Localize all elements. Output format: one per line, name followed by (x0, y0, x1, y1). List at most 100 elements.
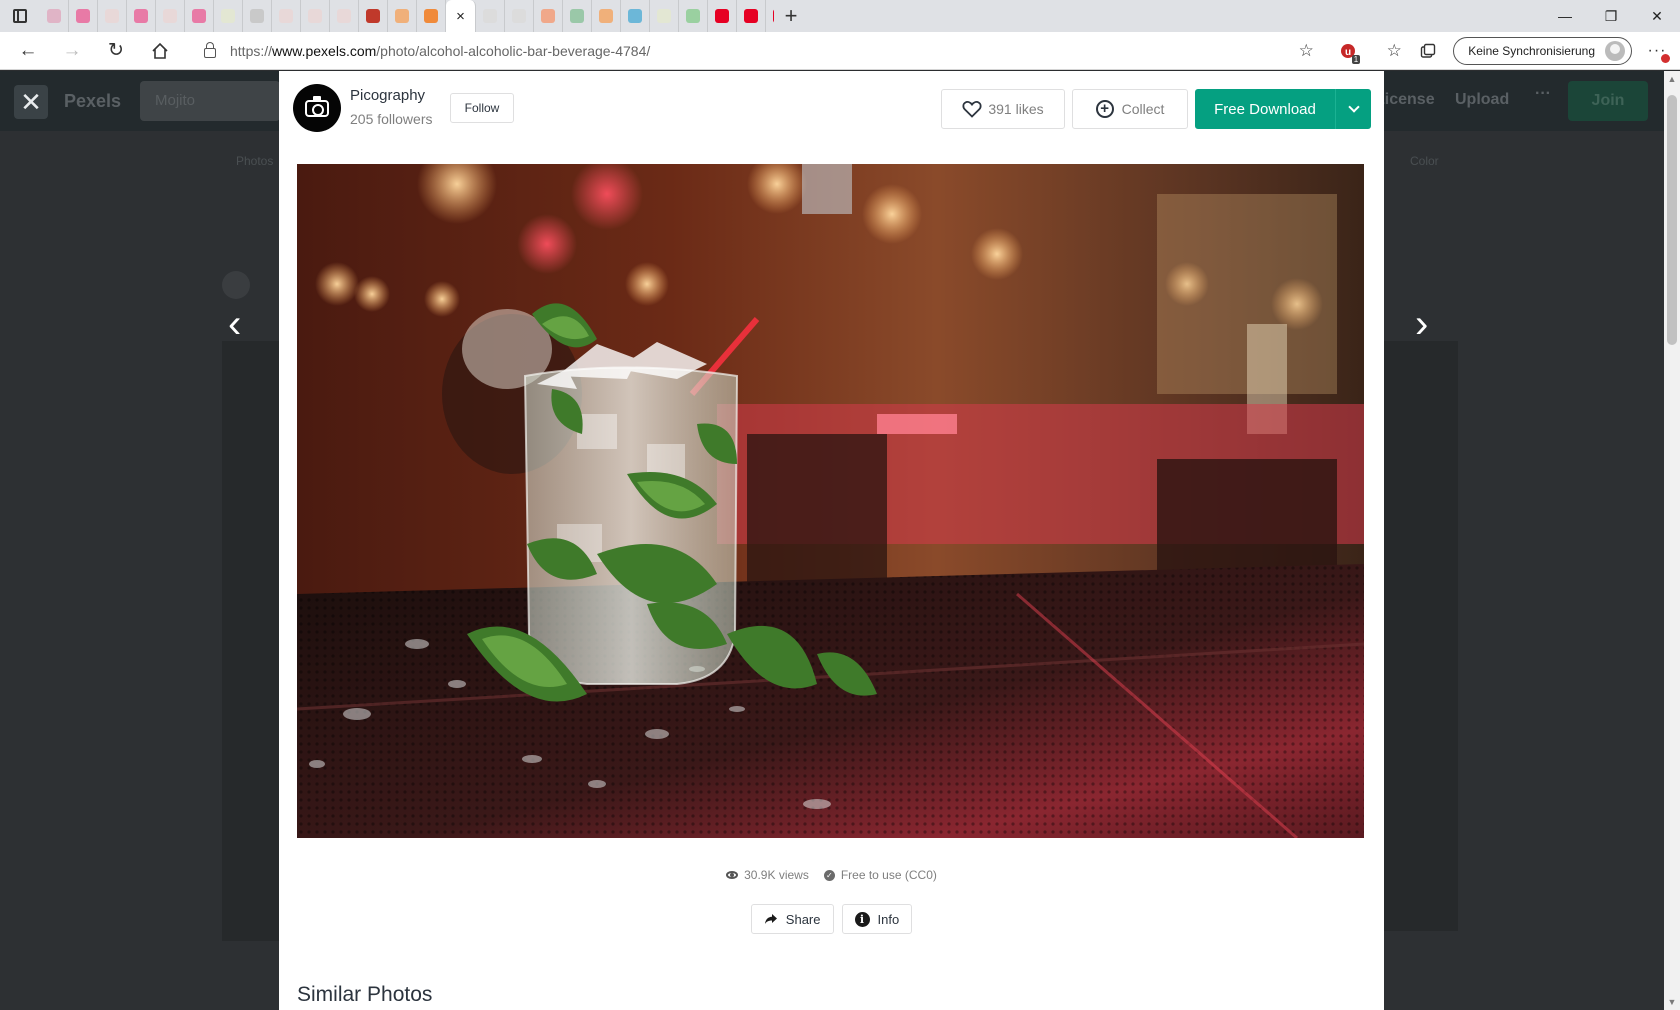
tab-actions-button[interactable] (0, 0, 40, 32)
likes-label: 391 likes (988, 101, 1044, 117)
close-modal-button[interactable]: ✕ (14, 85, 48, 119)
tab-favicon-icon (76, 9, 90, 23)
photo-meta: 30.9K views ✓ Free to use (CC0) (279, 868, 1384, 882)
next-photo-button[interactable]: › (1415, 304, 1428, 344)
browser-tab[interactable] (359, 0, 388, 32)
url-text: https://www.pexels.com/photo/alcohol-alc… (230, 43, 651, 59)
browser-tab[interactable] (650, 0, 679, 32)
lock-icon (204, 42, 216, 58)
extension-button[interactable]: u 1 (1331, 32, 1365, 70)
close-window-button[interactable]: ✕ (1634, 0, 1680, 32)
tab-favicon-icon (744, 9, 758, 23)
pexels-logo: Pexels (64, 91, 122, 111)
tab-favicon-icon (279, 9, 293, 23)
filter-photos[interactable]: Photos (236, 154, 273, 168)
info-icon: i (854, 911, 870, 927)
tab-favicon-icon (657, 9, 671, 23)
free-download-button[interactable]: Free Download (1195, 89, 1336, 129)
browser-tab[interactable] (417, 0, 446, 32)
browser-tab[interactable] (330, 0, 359, 32)
back-button[interactable]: ← (6, 32, 50, 70)
nav-upload[interactable]: Upload (1455, 91, 1509, 109)
mojito-photo-illustration (297, 164, 1364, 838)
tab-favicon-icon (163, 9, 177, 23)
search-input[interactable]: Mojito (140, 81, 280, 121)
page-scrollbar[interactable]: ▲ ▼ (1664, 71, 1680, 1010)
tab-favicon-icon (686, 9, 700, 23)
browser-tab[interactable] (301, 0, 330, 32)
browser-tab[interactable] (127, 0, 156, 32)
scroll-down-icon[interactable]: ▼ (1664, 994, 1680, 1010)
collect-button[interactable]: + Collect (1072, 89, 1188, 129)
browser-tab[interactable] (621, 0, 650, 32)
tab-favicon-icon (599, 9, 613, 23)
photo-modal: Picography 205 followers Follow 391 like… (279, 71, 1384, 1010)
close-tab-icon[interactable]: × (456, 8, 465, 25)
tab-favicon-icon (250, 9, 264, 23)
previous-photo-button[interactable]: ‹ (228, 304, 241, 344)
home-button[interactable] (138, 32, 182, 70)
like-button[interactable]: 391 likes (941, 89, 1065, 129)
tab-favicon-icon (715, 9, 729, 23)
sync-profile-button[interactable]: Keine Synchronisierung (1453, 37, 1632, 65)
toolbar-right: ☆ u 1 ☆ Keine Synchronisierung ··· (1289, 32, 1680, 70)
browser-tab[interactable] (679, 0, 708, 32)
info-button[interactable]: i Info (841, 904, 913, 934)
browser-tab[interactable] (388, 0, 417, 32)
forward-button[interactable]: → (50, 32, 94, 70)
browser-tab[interactable] (592, 0, 621, 32)
browser-tab[interactable] (766, 0, 774, 32)
filter-color[interactable]: Color (1410, 154, 1439, 168)
restore-button[interactable]: ❐ (1588, 0, 1634, 32)
tab-favicon-icon (105, 9, 119, 23)
browser-tab[interactable] (534, 0, 563, 32)
tab-favicon-icon (366, 9, 380, 23)
browser-tab[interactable] (98, 0, 127, 32)
settings-more-button[interactable]: ··· (1640, 32, 1674, 70)
favorites-button[interactable]: ☆ (1377, 32, 1411, 70)
browser-tab[interactable] (476, 0, 505, 32)
main-photo[interactable] (297, 164, 1364, 838)
chevron-down-icon (1347, 101, 1360, 113)
nav-more[interactable]: ··· (1535, 85, 1551, 103)
scroll-thumb[interactable] (1667, 95, 1677, 345)
photographer-avatar[interactable] (293, 84, 341, 132)
browser-tab[interactable] (737, 0, 766, 32)
browser-tab[interactable] (243, 0, 272, 32)
browser-tab[interactable] (69, 0, 98, 32)
browser-tab[interactable] (708, 0, 737, 32)
minimize-button[interactable]: — (1542, 0, 1588, 32)
views-stat: 30.9K views (726, 868, 809, 882)
browser-tab[interactable] (563, 0, 592, 32)
license-stat[interactable]: ✓ Free to use (CC0) (823, 868, 937, 882)
collections-icon (1421, 43, 1436, 58)
home-icon (152, 42, 168, 59)
add-favorite-button[interactable]: ☆ (1289, 32, 1323, 70)
photographer-name[interactable]: Picography (350, 87, 425, 104)
url-field[interactable]: https://www.pexels.com/photo/alcohol-alc… (190, 36, 1290, 66)
share-button[interactable]: Share (750, 904, 834, 934)
collections-button[interactable] (1411, 32, 1445, 70)
browser-tab[interactable] (505, 0, 534, 32)
join-button[interactable]: Join (1568, 81, 1648, 121)
address-bar: ← → ↻ https://www.pexels.com/photo/alcoh… (0, 32, 1680, 70)
background-tile (222, 611, 282, 941)
scroll-up-icon[interactable]: ▲ (1664, 71, 1680, 87)
views-count: 30.9K views (744, 868, 809, 882)
active-browser-tab[interactable]: × (446, 0, 476, 32)
reload-button[interactable]: ↻ (94, 32, 138, 70)
tab-favicon-icon (134, 9, 148, 23)
license-label: Free to use (CC0) (840, 868, 937, 882)
download-options-button[interactable] (1336, 89, 1371, 129)
background-tile (1384, 341, 1458, 931)
browser-tab[interactable] (272, 0, 301, 32)
free-download-button-group: Free Download (1195, 89, 1371, 129)
new-tab-button[interactable]: + (774, 0, 808, 32)
follow-button[interactable]: Follow (450, 93, 514, 123)
collect-label: Collect (1121, 101, 1165, 117)
browser-tab[interactable] (185, 0, 214, 32)
browser-tab[interactable] (40, 0, 69, 32)
browser-tab[interactable] (214, 0, 243, 32)
browser-tab[interactable] (156, 0, 185, 32)
background-avatar (222, 271, 250, 299)
